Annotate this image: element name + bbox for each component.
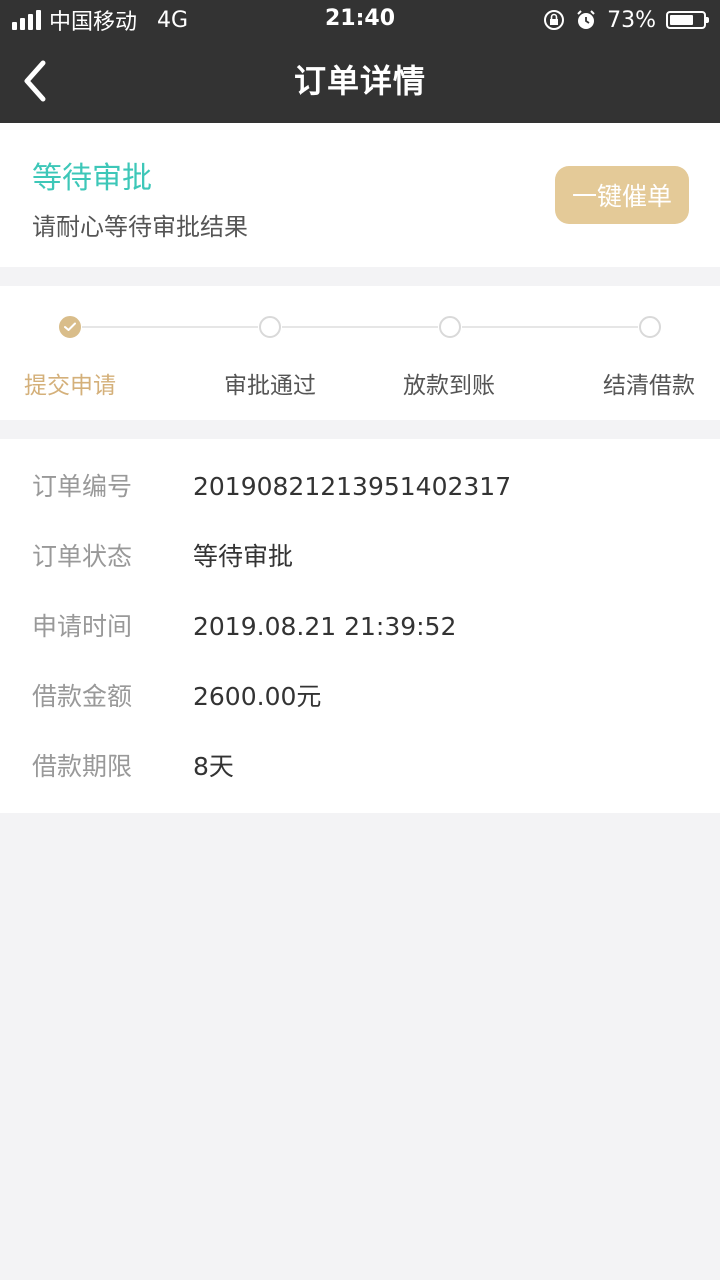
step-label-submit: 提交申请 bbox=[24, 373, 116, 399]
info-label: 借款金额 bbox=[32, 682, 133, 711]
status-bar: 中国移动 4G 21:40 73% bbox=[0, 0, 720, 40]
info-label: 订单状态 bbox=[32, 542, 133, 571]
battery-percent: 73% bbox=[607, 7, 656, 33]
progress-connector bbox=[282, 326, 438, 328]
top-bar: 中国移动 4G 21:40 73% 订单详情 bbox=[0, 0, 720, 123]
step-dot-submit bbox=[59, 316, 81, 338]
info-label: 订单编号 bbox=[32, 472, 133, 501]
alarm-icon bbox=[577, 10, 595, 29]
step-dot-approved bbox=[259, 316, 281, 338]
info-label: 申请时间 bbox=[32, 612, 133, 641]
battery-fill bbox=[670, 15, 694, 25]
status-bar-right: 73% bbox=[543, 6, 709, 34]
nav-bar: 订单详情 bbox=[0, 40, 720, 123]
info-value: 等待审批 bbox=[193, 542, 294, 571]
info-row-loan-amount: 借款金额 2600.00元 bbox=[0, 677, 720, 717]
status-title: 等待审批 bbox=[32, 161, 152, 196]
urge-order-button[interactable]: 一键催单 bbox=[555, 166, 689, 224]
rotation-lock-icon bbox=[544, 10, 565, 30]
step-label-disbursed: 放款到账 bbox=[403, 373, 495, 399]
info-row-order-number: 订单编号 20190821213951402317 bbox=[0, 467, 720, 507]
info-row-apply-time: 申请时间 2019.08.21 21:39:52 bbox=[0, 607, 720, 647]
info-label: 借款期限 bbox=[32, 752, 133, 781]
progress-steps: 提交申请 审批通过 放款到账 结清借款 bbox=[0, 286, 720, 420]
check-icon bbox=[64, 322, 76, 331]
info-row-order-status: 订单状态 等待审批 bbox=[0, 537, 720, 577]
step-label-approved: 审批通过 bbox=[224, 373, 316, 399]
step-dot-settled bbox=[639, 316, 661, 338]
step-dot-disbursed bbox=[439, 316, 461, 338]
info-value: 20190821213951402317 bbox=[193, 472, 512, 501]
order-info-card: 订单编号 20190821213951402317 订单状态 等待审批 申请时间… bbox=[0, 439, 720, 813]
info-value: 2600.00元 bbox=[193, 682, 322, 711]
progress-connector bbox=[462, 326, 638, 328]
progress-connector bbox=[82, 326, 258, 328]
info-row-loan-term: 借款期限 8天 bbox=[0, 747, 720, 787]
info-value: 2019.08.21 21:39:52 bbox=[193, 612, 457, 641]
order-status-card: 等待审批 请耐心等待审批结果 一键催单 bbox=[0, 123, 720, 267]
step-label-settled: 结清借款 bbox=[603, 373, 695, 399]
status-description: 请耐心等待审批结果 bbox=[32, 213, 248, 241]
battery-icon bbox=[666, 11, 709, 29]
info-value: 8天 bbox=[193, 752, 234, 781]
page-title: 订单详情 bbox=[293, 62, 426, 100]
